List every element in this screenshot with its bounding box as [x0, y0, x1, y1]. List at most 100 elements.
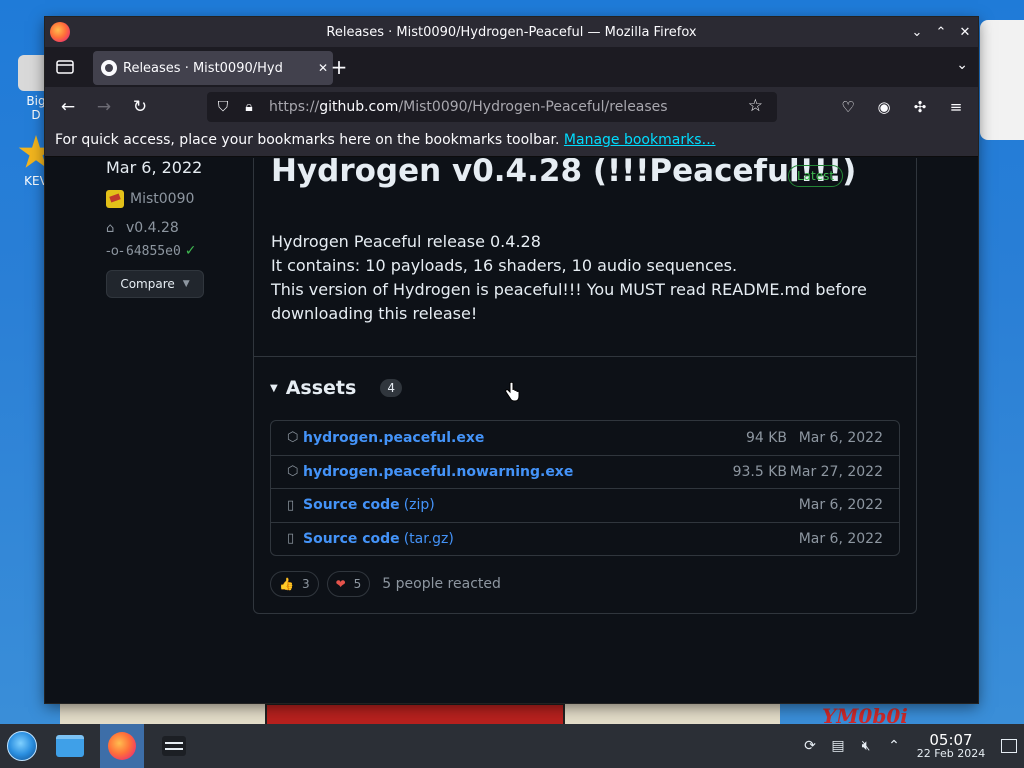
- system-tray: ⟳ ▤ 🔇︎ ⌃ 05:07 22 Feb 2024: [796, 724, 1024, 768]
- desktop-icon-label: Big D: [26, 94, 46, 122]
- asset-date: Mar 6, 2022: [798, 497, 883, 514]
- chevron-down-icon[interactable]: ⌄: [910, 22, 924, 42]
- reaction-heart[interactable]: ❤ 5: [326, 571, 371, 597]
- assets-count: 4: [380, 379, 402, 397]
- release-title[interactable]: Hydrogen v0.4.28 (!!!Peaceful!!!): [271, 158, 856, 189]
- tag-name[interactable]: v0.4.28: [126, 220, 179, 236]
- tag-row[interactable]: ⌂ v0.4.28: [106, 220, 179, 236]
- latest-badge: Latest: [788, 165, 844, 187]
- author-name[interactable]: Mist0090: [130, 191, 194, 207]
- start-button[interactable]: [0, 724, 44, 768]
- url-bar[interactable]: ⛉ 🔒︎ https://github.com/Mist0090/Hydroge…: [207, 92, 777, 122]
- author-row[interactable]: Mist0090: [106, 190, 194, 208]
- tab-label: Releases · Mist0090/Hyd: [123, 60, 283, 76]
- firefox-view-icon[interactable]: [54, 57, 76, 77]
- close-icon[interactable]: ✕: [958, 22, 972, 42]
- bookmarks-toolbar: For quick access, place your bookmarks h…: [45, 127, 978, 157]
- package-icon: ⬡: [287, 464, 299, 480]
- mixer-icon: [162, 736, 186, 756]
- wallpaper-text: YM0b0i: [822, 704, 908, 724]
- lock-icon[interactable]: 🔒︎: [239, 99, 259, 115]
- firefox-icon: [50, 22, 70, 42]
- reload-icon[interactable]: ↻: [127, 95, 153, 119]
- clipboard-icon[interactable]: ▤: [824, 738, 852, 754]
- clock-date: 22 Feb 2024: [916, 747, 986, 761]
- assets-toggle[interactable]: ▼ Assets 4: [270, 377, 402, 399]
- chevron-up-icon[interactable]: ⌃: [880, 738, 908, 754]
- taskbar-firefox[interactable]: [100, 724, 144, 768]
- asset-link[interactable]: hydrogen.peaceful.nowarning.exe: [303, 464, 573, 480]
- chevron-up-icon[interactable]: ⌃: [934, 22, 948, 42]
- clock[interactable]: 05:07 22 Feb 2024: [908, 732, 994, 761]
- asset-row: ⬡ hydrogen.peaceful.nowarning.exe 93.5 K…: [271, 454, 899, 489]
- release-date: Mar 6, 2022: [106, 158, 203, 177]
- url-text[interactable]: https://github.com/Mist0090/Hydrogen-Pea…: [269, 99, 668, 115]
- forward-arrow-icon[interactable]: →: [91, 95, 117, 119]
- heart-icon: ❤: [335, 577, 346, 591]
- nav-bar: ← → ↻ ⛉ 🔒︎ https://github.com/Mist0090/H…: [45, 87, 978, 127]
- release-card: Hydrogen v0.4.28 (!!!Peaceful!!!) Latest…: [253, 158, 917, 614]
- update-icon[interactable]: ⟳: [796, 738, 824, 754]
- commit-icon: -o-: [106, 243, 124, 259]
- folder-icon: [56, 735, 84, 757]
- assets-list: ⬡ hydrogen.peaceful.exe 94 KB Mar 6, 202…: [270, 420, 900, 556]
- pocket-icon[interactable]: ♡: [836, 95, 860, 119]
- list-tabs-icon[interactable]: ⌄: [956, 57, 968, 73]
- asset-date: Mar 27, 2022: [789, 463, 883, 480]
- start-orb-icon: [7, 731, 37, 761]
- toolbar-right: ♡ ◉ ✣ ≡: [836, 95, 968, 119]
- asset-link[interactable]: Source code: [303, 497, 400, 513]
- window-titlebar[interactable]: Releases · Mist0090/Hydrogen-Peaceful — …: [45, 17, 978, 47]
- asset-link[interactable]: Source code: [303, 531, 400, 547]
- reactions-summary: 5 people reacted: [382, 576, 501, 592]
- reaction-thumbs-up[interactable]: 👍 3: [270, 571, 319, 597]
- compare-label: Compare: [120, 277, 175, 291]
- extensions-icon[interactable]: ✣: [908, 95, 932, 119]
- reactions-bar: 👍 3 ❤ 5 5 people reacted: [270, 571, 501, 597]
- commit-row[interactable]: -o- 64855e0 ✓: [106, 243, 197, 259]
- tag-icon: ⌂: [106, 220, 115, 236]
- show-desktop-icon: [1001, 739, 1017, 753]
- asset-row: ⬡ hydrogen.peaceful.exe 94 KB Mar 6, 202…: [271, 421, 899, 455]
- divider: [254, 356, 916, 357]
- manage-bookmarks-link[interactable]: Manage bookmarks…: [564, 132, 716, 148]
- window-controls: ⌄ ⌃ ✕: [910, 22, 972, 42]
- commit-hash[interactable]: 64855e0: [126, 244, 181, 259]
- asset-link[interactable]: hydrogen.peaceful.exe: [303, 430, 484, 446]
- clock-time: 05:07: [929, 730, 973, 749]
- wallpaper-shape: [980, 20, 1024, 140]
- asset-suffix[interactable]: (zip): [404, 497, 435, 513]
- hand-cursor-icon: [505, 382, 520, 402]
- asset-date: Mar 6, 2022: [798, 530, 883, 547]
- thumbs-up-icon: 👍: [279, 577, 294, 591]
- bookmarks-hint: For quick access, place your bookmarks h…: [55, 132, 560, 148]
- menu-icon[interactable]: ≡: [944, 95, 968, 119]
- shield-icon[interactable]: ⛉: [213, 99, 233, 115]
- asset-size: 93.5 KB: [732, 463, 787, 480]
- asset-suffix[interactable]: (tar.gz): [404, 531, 454, 547]
- taskbar: ⟳ ▤ 🔇︎ ⌃ 05:07 22 Feb 2024: [0, 724, 1024, 768]
- reaction-count: 5: [353, 577, 362, 591]
- file-zip-icon: ▯: [287, 531, 295, 547]
- caret-down-icon: ▼: [182, 279, 190, 289]
- file-zip-icon: ▯: [287, 497, 295, 513]
- reaction-count: 3: [301, 577, 310, 591]
- triangle-down-icon: ▼: [270, 382, 278, 394]
- back-arrow-icon[interactable]: ←: [55, 95, 81, 119]
- firefox-icon: [108, 732, 136, 760]
- taskbar-mixer[interactable]: [152, 724, 196, 768]
- asset-row: ▯ Source code (zip) Mar 6, 2022: [271, 488, 899, 522]
- tab-releases[interactable]: Releases · Mist0090/Hyd ✕: [93, 51, 333, 85]
- page-content: Mar 6, 2022 Mist0090 ⌂ v0.4.28 -o- 64855…: [45, 158, 978, 703]
- new-tab-button[interactable]: +: [327, 55, 351, 79]
- show-desktop-button[interactable]: [994, 724, 1024, 768]
- taskbar-file-manager[interactable]: [48, 724, 92, 768]
- account-icon[interactable]: ◉: [872, 95, 896, 119]
- asset-size: 94 KB: [745, 429, 787, 446]
- bookmark-star-icon[interactable]: ☆: [748, 96, 763, 116]
- asset-date: Mar 6, 2022: [798, 429, 883, 446]
- release-note-line: This version of Hydrogen is peaceful!!! …: [271, 280, 867, 323]
- github-icon: [101, 60, 117, 76]
- volume-muted-icon[interactable]: 🔇︎: [852, 738, 880, 754]
- compare-button[interactable]: Compare ▼: [106, 270, 204, 298]
